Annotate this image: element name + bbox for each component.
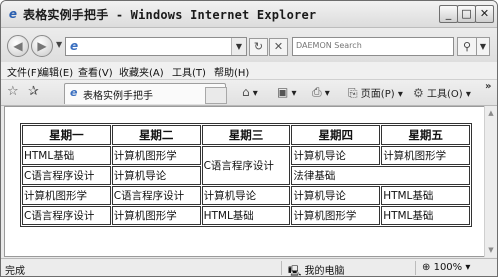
window-title: 表格实例手把手 - Windows Internet Explorer — [23, 8, 317, 22]
table-cell: HTML基础 — [22, 146, 111, 165]
header-cell: 星期四 — [291, 125, 381, 145]
menu-help[interactable]: 帮助(H) — [214, 64, 249, 79]
table-row: HTML基础 计算机图形学 C语言程序设计 计算机导论 计算机图形学 — [22, 146, 470, 185]
table-cell: 计算机导论 — [201, 186, 291, 205]
title-bar: e 表格实例手把手 - Windows Internet Explorer _ … — [1, 1, 497, 28]
menu-tools[interactable]: 工具(T) — [172, 64, 206, 79]
table-row: C语言程序设计 计算机图形学 HTML基础 计算机图形学 HTML基础 — [22, 206, 470, 225]
gear-icon: ⚙ — [413, 86, 424, 100]
table-cell: 法律基础 — [291, 166, 470, 185]
page-menu-label: 页面(P) — [360, 89, 395, 100]
forward-button[interactable]: ▶ — [31, 35, 53, 57]
table-cell: 计算机图形学 — [111, 146, 201, 165]
rss-icon: ▣ — [277, 85, 289, 99]
zoom-icon: ⊕ — [422, 262, 431, 273]
table-cell: 计算机导论 — [111, 166, 201, 185]
favorites-star-icon[interactable]: ☆ — [7, 84, 19, 99]
tools-menu-button[interactable]: ⚙ 工具(O) ▾ — [413, 85, 471, 100]
computer-icon: 🖳 — [288, 266, 302, 277]
tab-page-icon: e — [70, 86, 78, 99]
feeds-button[interactable]: ▣ ▾ — [277, 85, 297, 99]
recent-pages-dropdown[interactable]: ▼ — [56, 40, 62, 49]
tab-current[interactable]: e 表格实例手把手 — [64, 83, 226, 104]
scroll-down-icon[interactable]: ▼ — [486, 245, 496, 255]
menu-view[interactable]: 查看(V) — [78, 64, 113, 79]
page-icon: e — [70, 39, 79, 53]
tab-label: 表格实例手把手 — [83, 91, 153, 102]
table-cell: 计算机图形学 — [291, 206, 381, 225]
address-dropdown-button[interactable]: ▼ — [231, 38, 246, 55]
refresh-icon[interactable]: ↻ — [249, 38, 268, 56]
schedule-table: 星期一 星期二 星期三 星期四 星期五 HTML基础 计算机图形学 C语言程序设… — [20, 123, 472, 227]
browser-window: e 表格实例手把手 - Windows Internet Explorer _ … — [0, 0, 498, 277]
zoom-control[interactable]: ⊕ 100% ▾ — [422, 262, 470, 273]
table-cell: C语言程序设计 — [201, 146, 291, 185]
status-divider — [281, 261, 282, 275]
menu-edit[interactable]: 编辑(E) — [39, 64, 73, 79]
zone-label: 我的电脑 — [304, 266, 345, 277]
stop-icon[interactable]: ✕ — [269, 38, 288, 56]
menu-favorites[interactable]: 收藏夹(A) — [119, 64, 164, 79]
table-cell: C语言程序设计 — [22, 166, 111, 185]
add-favorites-icon[interactable]: ✰ — [28, 84, 39, 99]
header-cell: 星期三 — [201, 125, 291, 145]
zoom-level: 100% — [433, 262, 463, 273]
table-cell: 计算机图形学 — [111, 206, 201, 225]
minimize-button[interactable]: _ — [439, 5, 458, 23]
address-row: ◀ ▶ ▼ e ▼ ↻ ✕ ⚲ ▼ — [1, 28, 497, 62]
header-cell: 星期一 — [22, 125, 111, 145]
header-cell: 星期五 — [381, 125, 470, 145]
table-row: 计算机图形学 C语言程序设计 计算机导论 计算机导论 HTML基础 — [22, 186, 470, 205]
table-cell: 计算机图形学 — [22, 186, 111, 205]
search-box[interactable] — [292, 37, 454, 56]
menu-bar: 文件(F) 编辑(E) 查看(V) 收藏夹(A) 工具(T) 帮助(H) — [1, 62, 497, 80]
page-menu-icon: ⎘ — [348, 86, 358, 100]
table-cell: C语言程序设计 — [111, 186, 201, 205]
vertical-scrollbar[interactable]: ▲ ▼ — [484, 106, 497, 257]
maximize-button[interactable]: □ — [457, 5, 476, 23]
status-divider — [415, 261, 416, 275]
table-cell: 计算机图形学 — [381, 146, 470, 165]
table-cell: HTML基础 — [381, 186, 470, 205]
status-text: 完成 — [5, 266, 25, 277]
security-zone: 🖳 我的电脑 — [288, 262, 345, 277]
table-cell: 计算机导论 — [291, 186, 381, 205]
search-icon[interactable]: ⚲ — [457, 37, 477, 56]
table-cell: HTML基础 — [201, 206, 291, 225]
page-content: 星期一 星期二 星期三 星期四 星期五 HTML基础 计算机图形学 C语言程序设… — [4, 106, 485, 257]
page-menu-button[interactable]: ⎘ 页面(P) ▾ — [348, 85, 403, 101]
close-button[interactable]: ✕ — [475, 5, 494, 23]
tab-bar: ☆ ✰ e 表格实例手把手 ⌂ ▾ ▣ ▾ ⎙ ▾ ⎘ 页面(P) ▾ ⚙ 工具… — [1, 80, 497, 106]
new-tab-button[interactable] — [205, 87, 227, 104]
search-input[interactable] — [296, 38, 446, 53]
menu-file[interactable]: 文件(F) — [7, 64, 41, 79]
print-button[interactable]: ⎙ ▾ — [312, 85, 330, 100]
address-field[interactable]: e ▼ — [65, 37, 247, 56]
table-cell: C语言程序设计 — [22, 206, 111, 225]
search-options-dropdown[interactable]: ▼ — [477, 37, 490, 56]
back-button[interactable]: ◀ — [7, 35, 29, 57]
table-cell: HTML基础 — [381, 206, 470, 225]
ie-logo-icon: e — [8, 7, 18, 21]
chevron-more-icon[interactable]: » — [485, 81, 491, 92]
status-bar: 完成 🖳 我的电脑 ⊕ 100% ▾ — [1, 258, 497, 277]
scroll-up-icon[interactable]: ▲ — [486, 108, 496, 118]
home-button[interactable]: ⌂ ▾ — [242, 85, 258, 99]
tools-menu-label: 工具(O) — [426, 89, 463, 100]
print-icon: ⎙ — [312, 85, 322, 99]
table-header-row: 星期一 星期二 星期三 星期四 星期五 — [22, 125, 470, 145]
home-icon: ⌂ — [242, 85, 250, 99]
table-cell: 计算机导论 — [291, 146, 381, 165]
header-cell: 星期二 — [111, 125, 201, 145]
